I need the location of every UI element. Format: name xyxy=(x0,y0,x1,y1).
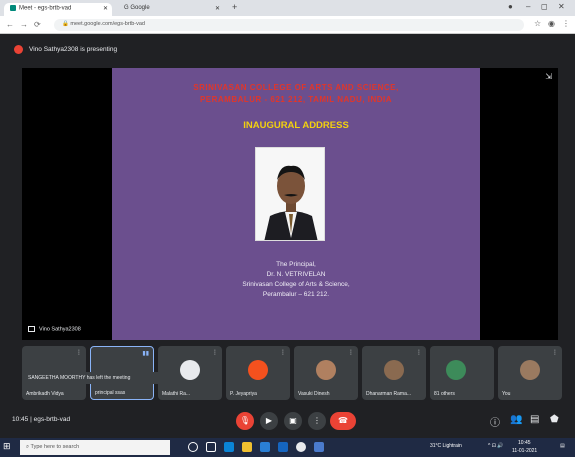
notification-toast: SANGEETHA MOORTHY has left the meeting xyxy=(24,372,166,384)
edge-icon[interactable] xyxy=(224,442,234,452)
bookmark-star-icon[interactable]: ☆ xyxy=(534,19,541,28)
meet-icon xyxy=(10,5,16,11)
chat-icon[interactable]: ▤ xyxy=(530,414,539,425)
participant-tile[interactable]: ⋮ You xyxy=(498,346,562,400)
participant-tile[interactable]: 81 others xyxy=(430,346,494,400)
windows-taskbar: ⊞ ⌕ Type here to search 31°C Lightrain ^… xyxy=(0,438,575,457)
participant-name: Vasuki Dinesh xyxy=(298,391,330,397)
avatar xyxy=(520,360,540,380)
reload-icon[interactable]: ⟳ xyxy=(34,20,41,29)
participant-name: 81 others xyxy=(434,391,455,397)
more-options-icon[interactable]: ⋮ xyxy=(212,349,218,356)
speaking-icon: ▮▮ xyxy=(142,351,149,357)
participant-name: Malathi Ra... xyxy=(162,391,191,397)
tab-label: Meet - egs-brtb-vad xyxy=(19,5,72,12)
participant-name: P. Jeyapriya xyxy=(230,391,257,397)
new-tab-button[interactable]: + xyxy=(232,2,237,12)
presenter-name-label: Vino Sathya2308 xyxy=(28,326,81,332)
people-icon[interactable]: 👥 xyxy=(510,414,522,425)
mic-off-button[interactable]: 🎙 xyxy=(236,412,254,430)
participant-tile[interactable]: ⋮ P. Jeyapriya xyxy=(226,346,290,400)
tab-label: G Google xyxy=(124,5,150,11)
credit-role: The Principal, xyxy=(276,261,316,268)
clock-date[interactable]: 11-01-2021 xyxy=(512,448,537,454)
mail-icon[interactable] xyxy=(278,442,288,452)
avatar xyxy=(180,360,200,380)
presenter-avatar xyxy=(14,44,23,54)
clock-time[interactable]: 10:45 xyxy=(518,440,531,446)
shared-slide: SRINIVASAN COLLEGE OF ARTS AND SCIENCE, … xyxy=(112,68,480,340)
participant-name: Ambrikadh Vidya xyxy=(26,391,64,397)
avatar xyxy=(384,360,404,380)
participant-tile[interactable]: ⋮ Vasuki Dinesh xyxy=(294,346,358,400)
forward-icon[interactable]: → xyxy=(20,20,28,29)
captions-button[interactable]: ▣ xyxy=(284,412,302,430)
browser-tab-bar: Meet - egs-brtb-vad ✕ G Google ✕ + ● – ◻… xyxy=(0,0,575,16)
more-options-icon[interactable]: ⋮ xyxy=(552,349,558,356)
principal-photo xyxy=(255,147,325,241)
meeting-details[interactable]: 10:45 | egs-brtb-vad xyxy=(12,416,70,423)
store-icon[interactable] xyxy=(260,442,270,452)
more-options-icon[interactable]: ⋮ xyxy=(416,349,422,356)
credit-place: Perambalur – 621 212. xyxy=(262,291,330,298)
weather-text[interactable]: 31°C Lightrain xyxy=(430,443,462,449)
slide-heading: INAUGURAL ADDRESS xyxy=(243,120,349,131)
college-line-1: SRINIVASAN COLLEGE OF ARTS AND SCIENCE, xyxy=(193,83,399,92)
app-icon[interactable] xyxy=(314,442,324,452)
meeting-time: 10:45 xyxy=(12,416,29,423)
participant-name: You xyxy=(502,391,511,397)
avatar xyxy=(248,360,268,380)
minimize-icon[interactable]: – xyxy=(526,2,530,11)
info-icon[interactable]: ⓘ xyxy=(490,414,500,429)
more-options-icon[interactable]: ⋮ xyxy=(76,349,82,356)
cortana-icon[interactable] xyxy=(188,442,198,452)
participant-tile[interactable]: ⋮ Malathi Ra... xyxy=(158,346,222,400)
participant-name: principal ssas xyxy=(95,390,126,396)
close-icon[interactable]: ✕ xyxy=(215,5,220,12)
camera-button[interactable]: ▶ xyxy=(260,412,278,430)
more-options-icon[interactable]: ⋮ xyxy=(348,349,354,356)
present-screen-icon xyxy=(28,326,35,332)
activities-icon[interactable]: ⬟ xyxy=(550,414,559,425)
more-options-button[interactable]: ⋮ xyxy=(308,412,326,430)
maximize-icon[interactable]: ◻ xyxy=(541,2,548,11)
credit-name: Dr. N. VETRIVELAN xyxy=(266,271,326,278)
pin-icon[interactable]: ⇲ xyxy=(545,72,552,81)
close-window-icon[interactable]: ✕ xyxy=(558,2,565,11)
back-icon[interactable]: ← xyxy=(6,20,14,29)
windows-start-icon[interactable]: ⊞ xyxy=(3,441,11,452)
more-options-icon[interactable]: ⋮ xyxy=(280,349,286,356)
file-explorer-icon[interactable] xyxy=(242,442,252,452)
tray-icons[interactable]: ^ ⊡ 🔊 xyxy=(488,443,504,449)
presenting-banner: Vino Sathya2308 is presenting xyxy=(14,42,117,56)
account-avatar-icon[interactable]: ◉ xyxy=(548,19,555,28)
notification-icon[interactable]: ▤ xyxy=(560,443,565,449)
url-input[interactable]: 🔒 meet.google.com/egs-brtb-vad xyxy=(54,19,524,31)
meeting-code: egs-brtb-vad xyxy=(33,416,71,423)
credit-college: Srinivasan College of Arts & Science, xyxy=(242,281,350,288)
url-text: meet.google.com/egs-brtb-vad xyxy=(70,21,145,27)
presenter-name: Vino Sathya2308 xyxy=(39,326,81,333)
avatar xyxy=(316,360,336,380)
profile-icon[interactable]: ● xyxy=(508,2,513,11)
chrome-icon[interactable] xyxy=(296,442,306,452)
avatar xyxy=(446,360,466,380)
presenting-text: Vino Sathya2308 is presenting xyxy=(29,45,118,53)
close-icon[interactable]: ✕ xyxy=(103,5,108,12)
participant-tile[interactable]: ⋮ Dhanarman Rama... xyxy=(362,346,426,400)
tab-meet[interactable]: Meet - egs-brtb-vad ✕ xyxy=(4,3,112,16)
tab-google[interactable]: G Google ✕ xyxy=(118,3,224,16)
leave-call-button[interactable]: ☎ xyxy=(330,412,356,430)
presentation-stage: SRINIVASAN COLLEGE OF ARTS AND SCIENCE, … xyxy=(22,68,558,340)
address-bar-row: ← → ⟳ 🔒 meet.google.com/egs-brtb-vad ☆ ◉… xyxy=(0,16,575,34)
participant-name: Dhanarman Rama... xyxy=(366,391,412,397)
task-view-icon[interactable] xyxy=(206,442,216,452)
meeting-controls-bar: 10:45 | egs-brtb-vad 🎙 ▶ ▣ ⋮ ☎ ⓘ 👥 ▤ ⬟ xyxy=(0,406,575,436)
meet-window: Vino Sathya2308 is presenting SRINIVASAN… xyxy=(0,34,575,438)
search-placeholder: Type here to search xyxy=(30,444,80,450)
menu-icon[interactable]: ⋮ xyxy=(562,19,570,28)
taskbar-search-input[interactable]: ⌕ Type here to search xyxy=(20,440,170,455)
college-line-2: PERAMBALUR - 621 212, TAMIL NADU, INDIA xyxy=(199,95,393,104)
